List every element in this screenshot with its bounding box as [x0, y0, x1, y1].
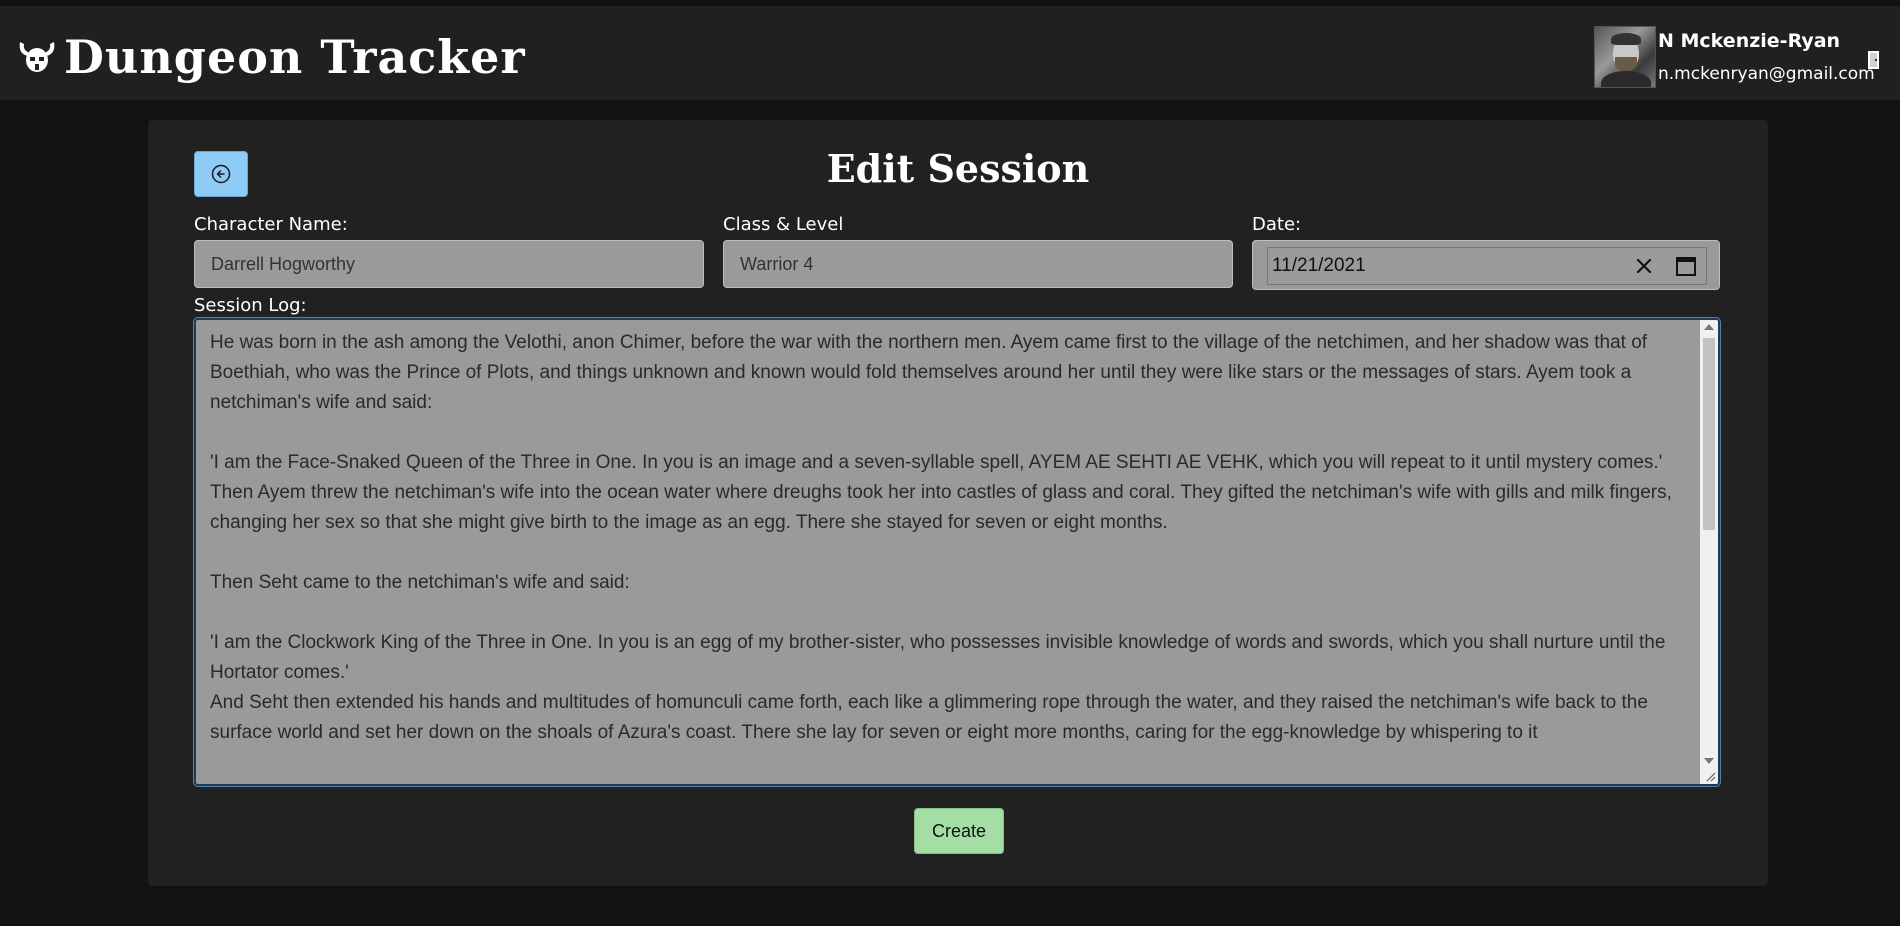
brand-title: Dungeon Tracker — [64, 30, 526, 84]
user-email: n.mckenryan@gmail.com — [1658, 64, 1875, 84]
scroll-thumb[interactable] — [1703, 338, 1715, 530]
top-navbar: Dungeon Tracker N Mckenzie-Ryan n.mckenr… — [0, 0, 1900, 100]
class-level-label: Class & Level — [723, 214, 844, 235]
date-field: 11/21/2021 — [1252, 240, 1720, 290]
character-name-label: Character Name: — [194, 214, 348, 235]
horned-helmet-icon — [19, 42, 55, 72]
scroll-down-arrow-icon[interactable] — [1704, 758, 1714, 764]
scroll-up-arrow-icon[interactable] — [1704, 324, 1714, 330]
avatar — [1594, 26, 1656, 88]
session-log-label: Session Log: — [194, 295, 307, 316]
create-button[interactable]: Create — [914, 808, 1004, 854]
date-input[interactable]: 11/21/2021 — [1267, 247, 1707, 285]
door-icon[interactable] — [1866, 50, 1882, 70]
resize-grip-icon[interactable] — [1704, 770, 1716, 782]
session-log-textarea[interactable]: He was born in the ash among the Velothi… — [194, 318, 1720, 786]
session-log-text: He was born in the ash among the Velothi… — [210, 332, 1672, 743]
user-name: N Mckenzie-Ryan — [1658, 30, 1841, 52]
date-value: 11/21/2021 — [1272, 255, 1366, 276]
scrollbar[interactable] — [1700, 320, 1718, 784]
close-icon[interactable] — [1634, 256, 1654, 276]
class-level-input[interactable]: Warrior 4 — [723, 240, 1233, 288]
user-profile[interactable]: N Mckenzie-Ryan n.mckenryan@gmail.com — [1594, 26, 1875, 88]
page-title: Edit Session — [826, 146, 1090, 191]
date-label: Date: — [1252, 214, 1302, 235]
calendar-icon[interactable] — [1674, 254, 1698, 278]
character-name-input[interactable]: Darrell Hogworthy — [194, 240, 704, 288]
edit-session-card: Edit Session Character Name: Darrell Hog… — [148, 120, 1768, 886]
brand[interactable]: Dungeon Tracker — [16, 28, 526, 86]
